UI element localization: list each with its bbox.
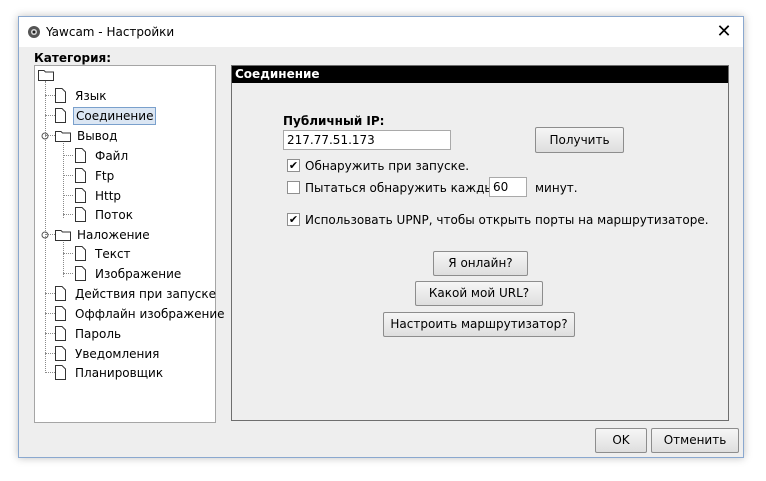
expand-toggle-icon[interactable] [41,231,49,239]
tree-item-label: Ftp [95,169,115,183]
yawcam-app-icon [28,26,40,38]
settings-window: Yawcam - Настройки ✕ Категория: Язык Сое… [18,16,744,458]
try-detect-checkbox[interactable] [287,181,300,194]
document-icon [75,266,86,281]
expand-toggle-icon[interactable] [41,132,49,140]
tree-item-label: Уведомления [75,347,160,361]
document-icon [55,365,66,380]
title-bar: Yawcam - Настройки ✕ [19,17,743,47]
cancel-button[interactable]: Отменить [651,428,739,453]
panel-title: Соединение [232,66,728,83]
tree-item-label: Оффлайн изображение [75,307,225,321]
tree-item-label: Язык [75,89,107,103]
minutes-input[interactable]: 60 [489,177,527,197]
tree-item-label: Вывод [77,129,118,143]
get-ip-button[interactable]: Получить [535,127,624,153]
category-tree: Язык Соединение Вывод Файл Ftp Http Пото… [34,65,225,423]
document-icon [55,306,66,321]
tree-item-label: Соединение [73,107,157,125]
tree-item-label: Наложение [77,228,150,242]
public-ip-label: Публичный IP: [283,114,385,128]
detect-on-start-label: Обнаружить при запуске. [305,159,470,173]
public-ip-input[interactable]: 217.77.51.173 [283,130,451,150]
tree-item-label: Изображение [95,267,182,281]
connection-panel: Соединение Публичный IP: 217.77.51.173 П… [231,65,729,421]
detect-on-start-checkbox[interactable]: ✔ [287,159,300,172]
document-icon [75,188,86,203]
category-label: Категория: [34,51,112,65]
ok-button[interactable]: OK [595,428,647,453]
close-icon[interactable]: ✕ [713,21,735,43]
configure-router-button[interactable]: Настроить маршрутизатор? [383,312,575,337]
tree-item-label: Действия при запуске [75,287,217,301]
document-icon [55,286,66,301]
tree-item-label: Пароль [75,327,122,341]
folder-icon [55,230,71,241]
folder-icon [55,131,71,142]
try-detect-label: Пытаться обнаружить каждые [305,181,502,195]
document-icon [55,108,66,123]
window-title: Yawcam - Настройки [46,25,175,39]
tree-item-label: Http [95,189,122,203]
tree-item-label: Текст [95,247,131,261]
document-icon [75,207,86,222]
document-icon [75,168,86,183]
tree-item-label: Планировщик [75,366,164,380]
tree-item-label: Поток [95,208,133,222]
document-icon [55,346,66,361]
upnp-checkbox[interactable]: ✔ [287,213,300,226]
document-icon [55,88,66,103]
my-url-button[interactable]: Какой мой URL? [415,281,543,306]
am-i-online-button[interactable]: Я онлайн? [433,251,528,276]
minutes-label: минут. [535,181,578,195]
document-icon [55,326,66,341]
tree-item-label: Файл [95,149,129,163]
root-folder-icon[interactable] [38,69,54,81]
document-icon [75,148,86,163]
document-icon [75,246,86,261]
upnp-label: Использовать UPNP, чтобы открыть порты н… [305,213,709,227]
